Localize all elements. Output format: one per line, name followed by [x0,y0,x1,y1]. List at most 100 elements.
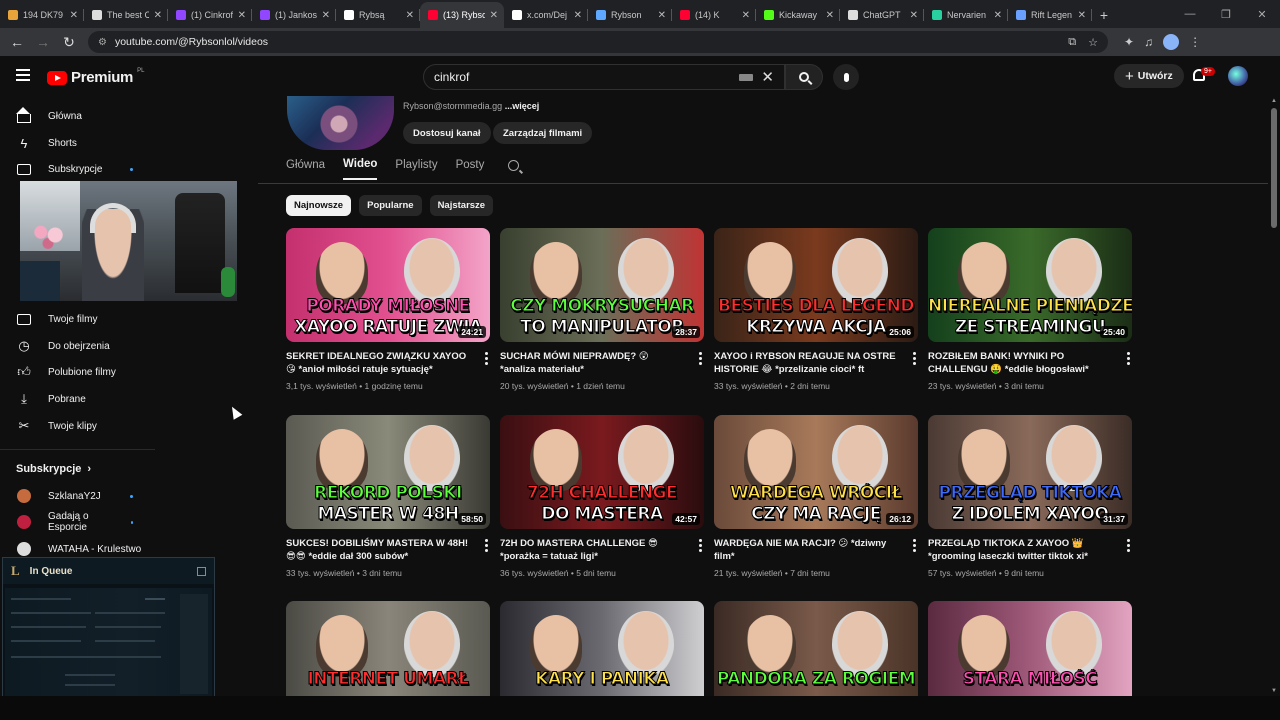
more-actions-icon[interactable] [913,352,916,367]
browser-tab[interactable]: The best C ✕ [84,2,168,28]
forward-icon[interactable]: → [32,31,54,53]
subscription-channel[interactable]: Gadają o Esporcie [0,509,155,535]
video-card[interactable]: WARDEGA WRÓCIŁ CZY MA RACJĘ 26:12 WARDĘGA N… [714,415,918,578]
browser-tab[interactable]: x.com/Dej ✕ [504,2,588,28]
more-actions-icon[interactable] [485,539,488,554]
search-input[interactable] [434,70,740,84]
browser-tab[interactable]: ChatGPT ✕ [840,2,924,28]
more-actions-icon[interactable] [1127,539,1130,554]
browser-tab[interactable]: (1) Cinkrof ✕ [168,2,252,28]
tab-close-icon[interactable]: ✕ [994,10,1002,21]
tab-close-icon[interactable]: ✕ [1078,10,1086,21]
video-title[interactable]: PRZEGLĄD TIKTOKA Z XAYOO 👑 *grooming las… [928,537,1113,563]
video-card[interactable]: PRZEGLĄD TIKTOKA Z IDOLEM XAYOO 31:37 PRZEG… [928,415,1132,578]
channel-search-icon[interactable] [508,159,520,171]
video-card[interactable]: 72H CHALLENGE DO MASTERA 42:57 72H DO MASTE… [500,415,704,578]
clear-search-icon[interactable]: ✕ [761,68,774,86]
browser-tab[interactable]: Nervarien ✕ [924,2,1008,28]
video-title[interactable]: SUKCES! DOBILIŚMY MASTERA W 48H! 😎😎 *edd… [286,537,471,563]
browser-tab[interactable]: Rybson ✕ [588,2,672,28]
video-card[interactable]: REKORD POLSKI MASTER W 48H 58:50 SUKCES! DO… [286,415,490,578]
account-avatar[interactable] [1228,66,1248,86]
voice-search-button[interactable] [833,64,859,90]
browser-tab[interactable]: (13) Rybso ✕ [420,2,504,28]
sidebar-item-shorts[interactable]: ϟ Shorts [0,130,155,156]
video-thumbnail[interactable]: PORADY MIŁOSNE XAYOO RATUJE ZWIĄ 24:21 [286,228,490,342]
more-actions-icon[interactable] [699,539,702,554]
install-app-icon[interactable]: ⧉ [1068,36,1076,49]
tab-playlists[interactable]: Playlisty [395,159,437,179]
close-window-icon[interactable]: ✕ [1244,0,1280,28]
browser-tab[interactable]: (1) Jankos ✕ [252,2,336,28]
video-card[interactable]: BESTIES DLA LEGEND KRZYWA AKCJA 25:06 XAYOO… [714,228,918,391]
video-title[interactable]: XAYOO i RYBSON REAGUJE NA OSTRE HISTORIE… [714,350,899,376]
tab-videos[interactable]: Wideo [343,158,378,180]
more-actions-icon[interactable] [1127,352,1130,367]
profile-avatar[interactable] [1163,34,1180,50]
video-title[interactable]: SUCHAR MÓWI NIEPRAWDĘ? 😲 *analiza materi… [500,350,685,376]
keyboard-icon[interactable] [739,73,754,81]
youtube-logo[interactable]: Premium PL [47,68,144,86]
sidebar-item-your-videos[interactable]: Twoje filmy [0,306,155,332]
sidebar-item-home[interactable]: Główna [0,103,155,129]
subscription-channel[interactable]: SzklanaY2J [0,483,155,509]
video-title[interactable]: SEKRET IDEALNEGO ZWIĄZKU XAYOO 😘 *anioł … [286,350,471,376]
video-card[interactable]: CZY MOKRYSUCHAR TO MANIPULATOR 28:37 SUCHAR… [500,228,704,391]
scroll-down-icon[interactable]: ▼ [1271,688,1277,694]
sidebar-item-liked[interactable]: 👍︎ Polubione filmy [0,359,155,385]
video-title[interactable]: ROZBIŁEM BANK! WYNIKI PO CHALLENGU 🤑 *ed… [928,350,1113,376]
video-thumbnail[interactable]: REKORD POLSKI MASTER W 48H 58:50 [286,415,490,529]
video-card[interactable]: PORADY MIŁOSNE XAYOO RATUJE ZWIĄ 24:21 SEKR… [286,228,490,391]
tab-close-icon[interactable]: ✕ [658,10,666,21]
sidebar-item-clips[interactable]: ✂ Twoje klipy [0,413,155,439]
video-thumbnail[interactable]: WARDEGA WRÓCIŁ CZY MA RACJĘ 26:12 [714,415,918,529]
sidebar-item-watch-later[interactable]: ◷ Do obejrzenia [0,333,155,359]
back-icon[interactable]: ← [6,31,28,53]
tab-close-icon[interactable]: ✕ [910,10,918,21]
browser-tab[interactable]: (14) K ✕ [672,2,756,28]
chip-popular[interactable]: Popularne [359,195,422,216]
more-link[interactable]: ...więcej [505,101,540,111]
reload-icon[interactable]: ↻ [58,31,80,53]
sidebar-item-downloads[interactable]: ⤓ Pobrane [0,386,155,412]
tab-close-icon[interactable]: ✕ [70,10,78,21]
page-scrollbar[interactable]: ▲ ▼ [1270,96,1278,696]
customize-channel-button[interactable]: Dostosuj kanał [403,122,491,144]
browser-tab[interactable]: 194 DK79 ✕ [0,2,84,28]
address-bar[interactable]: ⚙ youtube.com/@Rybsonlol/videos ⧉ ☆ [88,31,1108,53]
minimize-icon[interactable]: — [1172,0,1208,28]
tab-close-icon[interactable]: ✕ [406,10,414,21]
manage-videos-button[interactable]: Zarządzaj filmami [493,122,593,144]
menu-icon[interactable] [16,69,30,84]
restore-icon[interactable]: ❐ [1208,0,1244,28]
chip-oldest[interactable]: Najstarsze [429,195,494,216]
browser-menu-icon[interactable]: ⋮ [1189,35,1201,49]
tab-home[interactable]: Główna [286,159,325,179]
create-button[interactable]: + Utwórz [1114,64,1184,88]
scroll-up-icon[interactable]: ▲ [1271,98,1277,104]
search-button[interactable] [785,64,823,90]
subscriptions-header[interactable]: Subskrypcje › [16,463,91,475]
video-thumbnail[interactable]: NIEREALNE PIENIĄDZE ZE STREAMINGU 25:40 [928,228,1132,342]
more-actions-icon[interactable] [485,352,488,367]
scrollbar-thumb[interactable] [1271,108,1277,228]
browser-tab[interactable]: Rybsą ✕ [336,2,420,28]
tab-close-icon[interactable]: ✕ [490,10,498,21]
bookmark-star-icon[interactable]: ☆ [1088,36,1098,49]
video-thumbnail[interactable]: CZY MOKRYSUCHAR TO MANIPULATOR 28:37 [500,228,704,342]
extensions-icon[interactable]: ✦ [1124,35,1134,49]
video-title[interactable]: 72H DO MASTERA CHALLENGE 😎 *porażka = ta… [500,537,685,563]
tab-close-icon[interactable]: ✕ [826,10,834,21]
tab-posts[interactable]: Posty [456,159,485,179]
more-actions-icon[interactable] [699,352,702,367]
video-card[interactable]: NIEREALNE PIENIĄDZE ZE STREAMINGU 25:40 ROZ… [928,228,1132,391]
new-tab-icon[interactable]: + [1092,2,1116,28]
video-thumbnail[interactable]: 72H CHALLENGE DO MASTERA 42:57 [500,415,704,529]
chip-newest[interactable]: Najnowsze [286,195,352,216]
queue-popout-icon[interactable] [197,566,206,576]
video-title[interactable]: WARDĘGA NIE MA RACJI? 😕 *dziwny film* [714,537,899,563]
sidebar-item-subscriptions[interactable]: Subskrypcje [0,156,155,182]
tab-close-icon[interactable]: ✕ [574,10,582,21]
video-thumbnail[interactable]: PRZEGLĄD TIKTOKA Z IDOLEM XAYOO 31:37 [928,415,1132,529]
tab-close-icon[interactable]: ✕ [322,10,330,21]
